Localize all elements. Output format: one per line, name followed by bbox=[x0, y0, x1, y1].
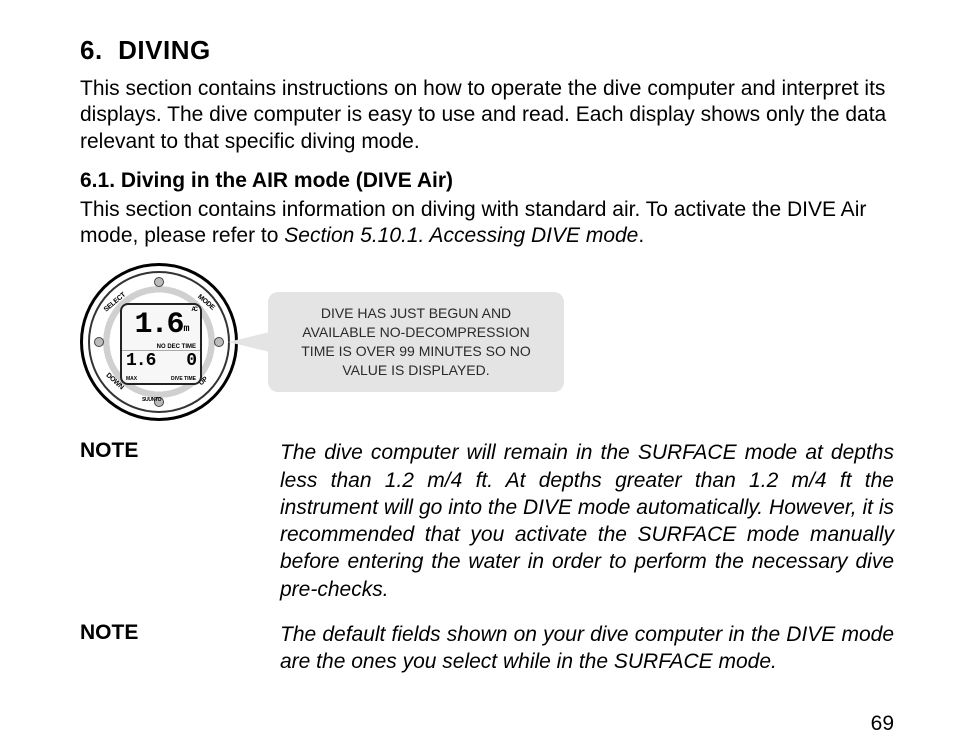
section-para-tail: . bbox=[638, 224, 644, 247]
chapter-heading: 6. DIVING bbox=[80, 35, 894, 66]
lcd-bottom-labels: MAX DIVE TIME bbox=[126, 376, 196, 382]
intro-paragraph: This section contains instructions on ho… bbox=[80, 76, 894, 155]
lcd-max-label: MAX bbox=[126, 376, 137, 382]
chapter-number: 6. bbox=[80, 35, 103, 65]
screw-icon bbox=[214, 337, 224, 347]
page-number: 69 bbox=[871, 712, 894, 736]
callout-bubble: DIVE HAS JUST BEGUN AND AVAILABLE NO-DEC… bbox=[268, 292, 564, 392]
screw-icon bbox=[94, 337, 104, 347]
figure-row: SELECT MODE DOWN UP SUUNTO AC 1.6 m NO D… bbox=[80, 263, 894, 421]
section-paragraph: This section contains information on div… bbox=[80, 197, 894, 250]
note-text: The default fields shown on your dive co… bbox=[280, 621, 894, 676]
lcd-no-dec-label: NO DEC TIME bbox=[122, 344, 200, 351]
note-block: NOTE The dive computer will remain in th… bbox=[80, 439, 894, 603]
lcd-dive-time: 0 bbox=[186, 351, 196, 371]
lcd-depth-value: 1.6 bbox=[134, 310, 182, 340]
brand-label: SUUNTO bbox=[142, 397, 161, 403]
note-label: NOTE bbox=[80, 621, 280, 645]
lcd-max-depth: 1.6 bbox=[126, 351, 155, 371]
lcd-ac-indicator: AC bbox=[191, 307, 196, 313]
lcd-depth-unit: m bbox=[184, 325, 188, 335]
dive-computer-illustration: SELECT MODE DOWN UP SUUNTO AC 1.6 m NO D… bbox=[80, 263, 238, 421]
section-number: 6.1. bbox=[80, 169, 115, 192]
note-label: NOTE bbox=[80, 439, 280, 463]
lcd-depth-row: AC 1.6 m bbox=[122, 305, 200, 344]
section-title: Diving in the AIR mode (DIVE Air) bbox=[121, 169, 453, 192]
section-heading: 6.1. Diving in the AIR mode (DIVE Air) bbox=[80, 169, 894, 193]
page: 6. DIVING This section contains instruct… bbox=[0, 0, 954, 756]
cross-reference: Section 5.10.1. Accessing DIVE mode bbox=[284, 224, 638, 247]
watch-lcd: AC 1.6 m NO DEC TIME 1.6 0 MAX DIVE TIME bbox=[120, 303, 202, 385]
lcd-bottom-row: 1.6 0 MAX DIVE TIME bbox=[122, 351, 200, 383]
lcd-divetime-label: DIVE TIME bbox=[171, 376, 196, 382]
chapter-title: DIVING bbox=[118, 35, 211, 65]
screw-icon bbox=[154, 277, 164, 287]
note-block: NOTE The default fields shown on your di… bbox=[80, 621, 894, 676]
note-text: The dive computer will remain in the SUR… bbox=[280, 439, 894, 603]
